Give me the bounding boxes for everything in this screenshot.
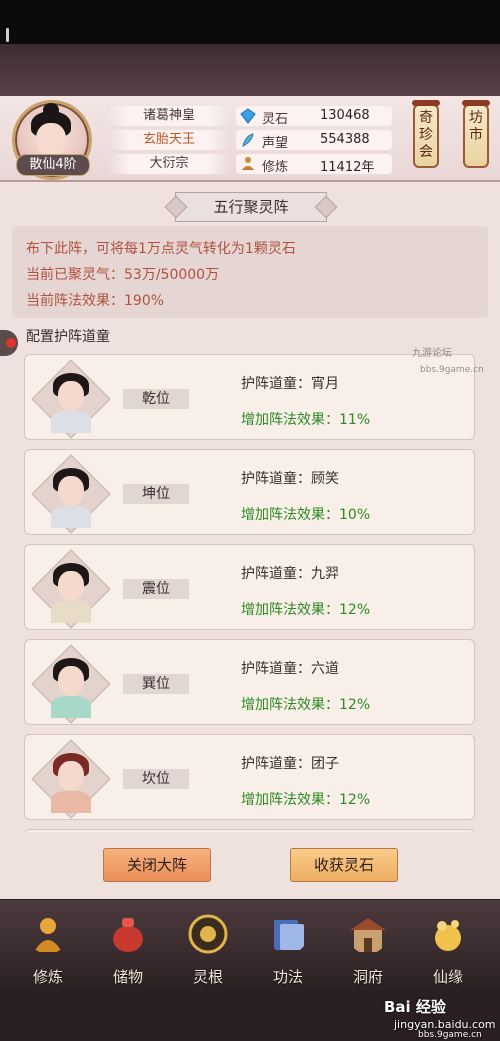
guard-name: 护阵道童：团子 (241, 756, 339, 772)
watermark-site-name: 九游论坛 (412, 348, 452, 359)
lantern-cap (412, 100, 440, 106)
lantern-label: 坊市 (469, 110, 483, 143)
portrait-body (51, 506, 91, 528)
nav-label: 灵根 (192, 968, 223, 986)
position-label: 震位 (123, 579, 189, 599)
position-label: 乾位 (123, 389, 189, 409)
portrait-body (51, 411, 91, 433)
gem-icon (240, 108, 256, 124)
collect-stones-button[interactable]: 收获灵石 (290, 848, 398, 882)
nav-technique[interactable]: 功法 (258, 908, 318, 988)
guard-card[interactable]: 坎位 护阵道童：团子 增加阵法效果：12% (24, 734, 475, 820)
sect-tag: 大衍宗 (108, 154, 230, 174)
nav-cave-mansion[interactable]: 洞府 (338, 908, 398, 988)
portrait-face (58, 381, 84, 411)
stat-label: 修炼 (262, 160, 289, 175)
position-label: 巽位 (123, 674, 189, 694)
stat-label: 灵石 (262, 112, 289, 127)
nav-spirit-root[interactable]: 灵根 (178, 908, 238, 988)
nav-fortune[interactable]: 仙缘 (418, 908, 478, 988)
fortune-icon (435, 920, 461, 951)
cave-mansion-icon (350, 918, 386, 952)
guard-card[interactable]: 坤位 护阵道童：顾笑 增加阵法效果：10% (24, 449, 475, 535)
stat-value: 11412年 (320, 160, 375, 175)
nav-label: 功法 (272, 968, 303, 986)
treasure-fair-button[interactable]: 奇珍会 (412, 100, 440, 168)
nav-storage[interactable]: 储物 (98, 908, 158, 988)
effect-boost: 增加阵法效果：10% (241, 507, 371, 523)
notification-dot (6, 338, 16, 348)
lantern-cap (462, 100, 490, 106)
cultivation-icon (34, 918, 62, 952)
portrait-face (58, 761, 84, 791)
position-label: 坤位 (123, 484, 189, 504)
watermark-baidu: Bai 经验 (384, 998, 446, 1016)
guard-card[interactable]: 乾位 护阵道童：宵月 增加阵法效果：11% (24, 354, 475, 440)
status-indicator (6, 28, 9, 42)
nav-label: 仙缘 (432, 968, 463, 986)
portrait-body (51, 601, 91, 623)
title-tag-highlight: 玄胎天王 (108, 130, 230, 150)
effect-boost: 增加阵法效果：12% (241, 697, 371, 713)
info-line: 布下此阵，可将每1万点灵气转化为1颗灵石 (26, 241, 296, 257)
status-bar (0, 0, 500, 44)
guard-portrait[interactable] (31, 644, 111, 724)
guard-list[interactable]: 乾位 护阵道童：宵月 增加阵法效果：11% 坤位 护阵道童：顾笑 增加阵法效果：… (24, 354, 476, 832)
info-line: 当前已聚灵气：53万/50000万 (26, 267, 220, 283)
guard-name: 护阵道童：六道 (241, 661, 339, 677)
rank-badge: 散仙4阶 (16, 154, 90, 176)
guard-portrait[interactable] (31, 454, 111, 534)
guard-portrait[interactable] (31, 549, 111, 629)
top-band (0, 44, 500, 96)
nav-label: 洞府 (352, 968, 383, 986)
close-formation-button[interactable]: 关闭大阵 (103, 848, 211, 882)
storage-bag-icon (113, 918, 143, 952)
guard-card[interactable]: 震位 护阵道童：九羿 增加阵法效果：12% (24, 544, 475, 630)
feather-icon (242, 133, 254, 147)
guard-card-partial[interactable] (24, 829, 475, 832)
guard-portrait[interactable] (31, 359, 111, 439)
section-title: 配置护阵道童 (26, 329, 110, 345)
guard-name: 护阵道童：九羿 (241, 566, 339, 582)
avatar-hair-bun (43, 103, 59, 117)
stat-value: 554388 (320, 132, 370, 147)
portrait-face (58, 476, 84, 506)
market-button[interactable]: 坊市 (462, 100, 490, 168)
position-label: 坎位 (123, 769, 189, 789)
stat-cultivation: 修炼 11412年 (236, 154, 392, 175)
meditation-icon (242, 157, 254, 170)
nav-label: 储物 (112, 968, 143, 986)
nav-label: 修炼 (32, 968, 63, 986)
effect-boost: 增加阵法效果：11% (241, 412, 371, 428)
avatar-face (36, 123, 66, 157)
info-line: 当前阵法效果：190% (26, 293, 165, 309)
stat-spirit-stone: 灵石 130468 (236, 106, 392, 127)
spirit-root-icon (188, 914, 228, 954)
guard-card[interactable]: 巽位 护阵道童：六道 增加阵法效果：12% (24, 639, 475, 725)
portrait-body (51, 791, 91, 813)
title-tag: 诸葛神皇 (108, 106, 230, 126)
portrait-face (58, 666, 84, 696)
guard-portrait[interactable] (31, 739, 111, 819)
watermark-site-url: bbs.9game.cn (420, 365, 484, 375)
portrait-face (58, 571, 84, 601)
panel-title: 五行聚灵阵 (175, 192, 327, 222)
nav-cultivate[interactable]: 修炼 (18, 908, 78, 988)
portrait-body (51, 696, 91, 718)
technique-book-icon (274, 920, 304, 950)
stat-label: 声望 (262, 136, 289, 151)
effect-boost: 增加阵法效果：12% (241, 792, 371, 808)
effect-boost: 增加阵法效果：12% (241, 602, 371, 618)
guard-name: 护阵道童：宵月 (241, 376, 339, 392)
stat-value: 130468 (320, 108, 370, 123)
bottom-nav: 修炼 储物 灵根 功法 洞府 仙缘 (0, 900, 500, 990)
guard-name: 护阵道童：顾笑 (241, 471, 339, 487)
lantern-label: 奇珍会 (419, 110, 433, 160)
stat-reputation: 声望 554388 (236, 130, 392, 151)
watermark-site-url-bottom: bbs.9game.cn (418, 1030, 482, 1040)
